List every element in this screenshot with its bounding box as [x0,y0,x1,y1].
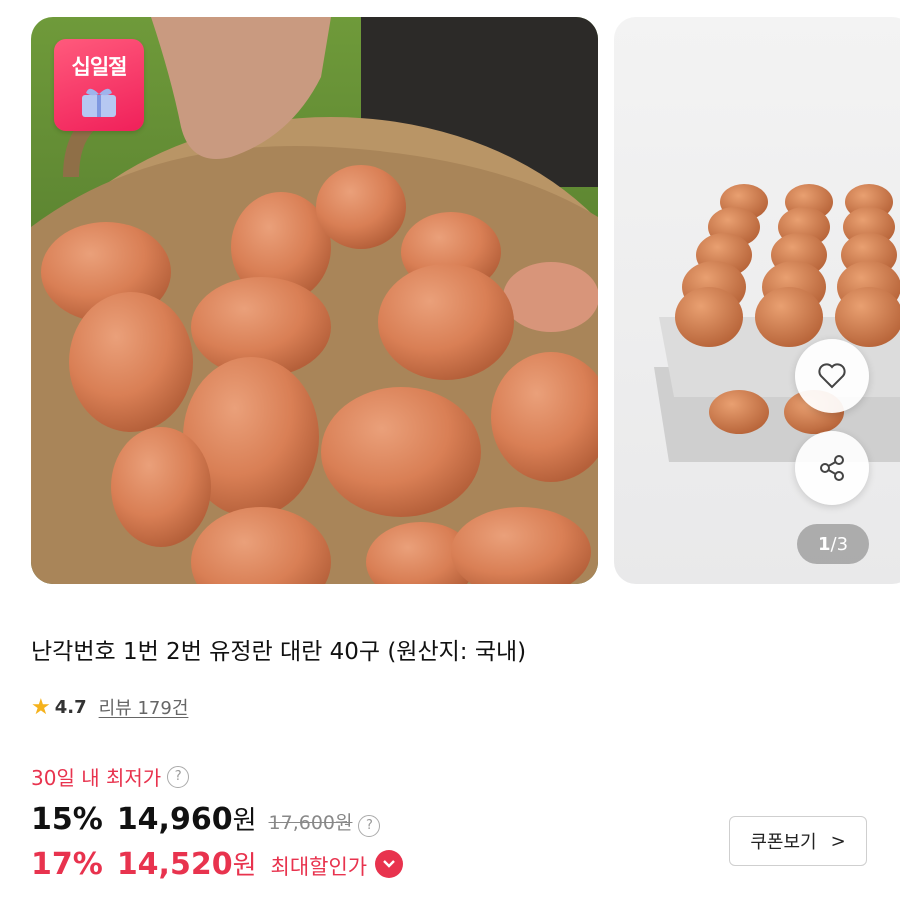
share-button[interactable] [795,431,869,505]
reviews-link[interactable]: 리뷰 179건 [99,694,189,720]
heart-icon [818,363,846,389]
coupon-button-label: 쿠폰보기 [750,832,817,853]
max-discount-row: 17% 14,520 원 최대할인가 [31,845,404,882]
discount-rate: 15% [31,802,103,837]
rating-row: ★ 4.7 리뷰 179건 [31,694,188,720]
like-button[interactable] [795,339,869,413]
max-discount-price: 14,520 [116,847,233,882]
original-price: 17,600원 [268,812,353,834]
share-icon [820,455,844,481]
coupon-button[interactable]: 쿠폰보기 > [729,816,867,866]
expand-discount-button[interactable] [375,849,404,878]
product-image-basket[interactable]: 십일절 [31,17,598,584]
image-carousel[interactable]: 십일절 1 /3 [0,0,900,600]
image-counter-total: /3 [830,533,849,555]
image-counter: 1/3 [797,524,869,564]
max-discount-price-unit: 원 [232,851,257,881]
max-discount-rate: 17% [31,847,103,882]
discount-price-unit: 원 [232,806,257,836]
gift-icon [82,88,116,117]
product-image-tray[interactable] [614,17,900,584]
discount-price: 14,960 [116,802,233,837]
lowest-price-label: 30일 내 최저가 [31,766,162,790]
image-counter-current: 1 [817,533,831,555]
star-icon: ★ [31,694,51,720]
lowest-price-label-row: 30일 내 최저가 ? [31,762,190,791]
egg-tray-photo [654,184,900,462]
promo-badge: 십일절 [54,39,144,131]
price-help-icon[interactable]: ? [358,814,381,837]
discount-price-row: 15% 14,960 원 17,600원 ? [31,800,381,837]
chevron-right-icon: > [830,830,846,852]
chevron-down-icon [383,859,395,868]
lowest-price-help-icon[interactable]: ? [167,765,190,788]
rating-score: 4.7 [54,696,87,718]
product-title: 난각번호 1번 2번 유정란 대란 40구 (원산지: 국내) [31,639,527,665]
max-discount-label: 최대할인가 [270,855,368,879]
